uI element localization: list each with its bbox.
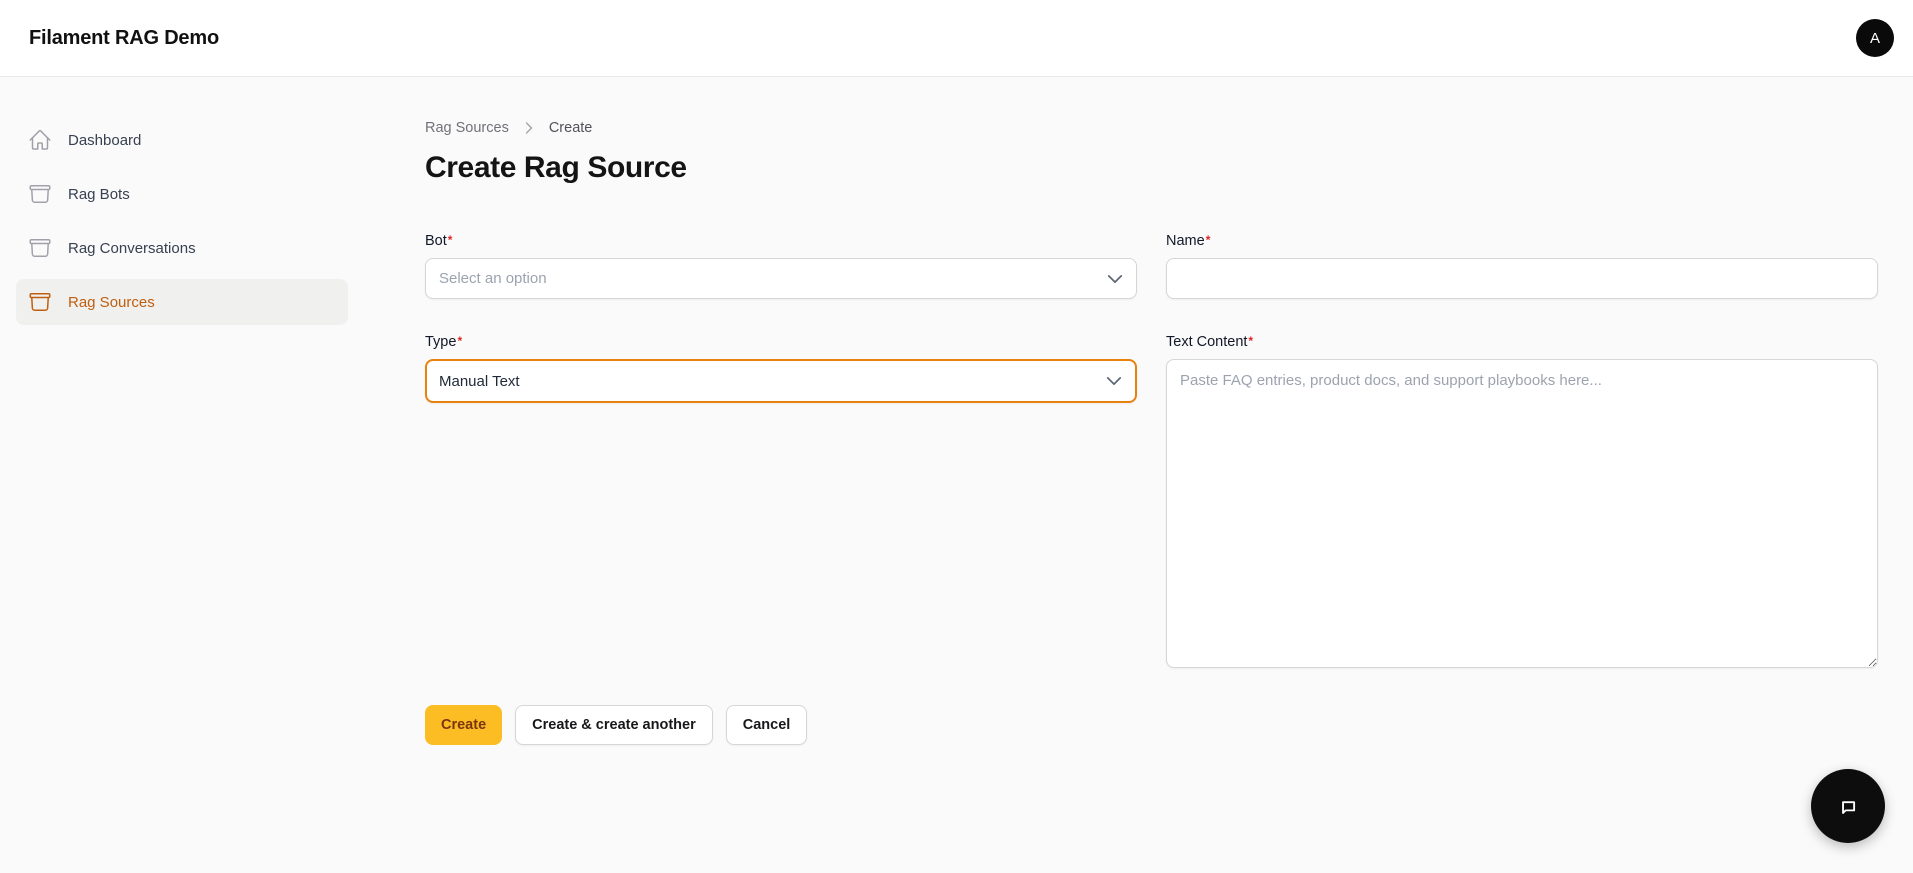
- chevron-down-icon: [1104, 371, 1124, 391]
- text-content-field: Text Content*: [1166, 334, 1878, 673]
- create-button[interactable]: Create: [425, 705, 503, 745]
- page-title: Create Rag Source: [425, 151, 687, 184]
- sidebar-item-label: Dashboard: [68, 131, 142, 149]
- sidebar-item-label: Rag Conversations: [68, 239, 196, 257]
- user-avatar[interactable]: A: [1856, 19, 1894, 57]
- sidebar-item-label: Rag Bots: [68, 185, 130, 203]
- create-and-create-another-button[interactable]: Create & create another: [515, 705, 713, 745]
- avatar-initial: A: [1869, 29, 1880, 47]
- bot-select[interactable]: Select an option: [425, 258, 1137, 299]
- required-asterisk: *: [457, 334, 463, 348]
- required-asterisk: *: [447, 233, 453, 247]
- chat-bubble-icon: [1834, 792, 1862, 820]
- text-content-textarea[interactable]: [1166, 359, 1878, 668]
- archive-box-icon: [28, 290, 52, 314]
- form-actions: Create Create & create another Cancel: [425, 705, 1878, 745]
- breadcrumb: Rag Sources Create: [425, 120, 1878, 136]
- required-asterisk: *: [1248, 334, 1254, 348]
- breadcrumb-item-create: Create: [548, 120, 593, 136]
- sidebar-item-label: Rag Sources: [68, 293, 155, 311]
- type-select[interactable]: Manual Text: [425, 359, 1137, 403]
- create-form: Bot* Select an option Name* Type* Manual…: [425, 233, 1878, 673]
- archive-box-icon: [28, 236, 52, 260]
- type-select-value: Manual Text: [439, 372, 520, 390]
- text-content-label: Text Content*: [1166, 334, 1254, 350]
- home-icon: [28, 128, 52, 152]
- bot-field: Bot* Select an option: [425, 233, 1137, 299]
- sidebar: Dashboard Rag Bots Rag Conversations Rag…: [0, 77, 365, 873]
- sidebar-item-rag-bots[interactable]: Rag Bots: [16, 171, 348, 217]
- main-content: Rag Sources Create Create Rag Source Bot…: [365, 77, 1913, 873]
- app-title: Filament RAG Demo: [29, 26, 219, 49]
- type-label: Type*: [425, 334, 463, 350]
- chevron-down-icon: [1105, 269, 1125, 289]
- content-shell: Dashboard Rag Bots Rag Conversations Rag…: [0, 77, 1913, 873]
- cancel-button[interactable]: Cancel: [725, 705, 808, 745]
- topbar: Filament RAG Demo A: [0, 0, 1913, 77]
- archive-box-icon: [28, 182, 52, 206]
- chevron-right-icon: [521, 120, 537, 136]
- sidebar-item-rag-conversations[interactable]: Rag Conversations: [16, 225, 348, 271]
- breadcrumb-item-rag-sources[interactable]: Rag Sources: [425, 120, 509, 136]
- name-label: Name*: [1166, 233, 1211, 249]
- bot-label: Bot*: [425, 233, 453, 249]
- name-input[interactable]: [1166, 258, 1878, 299]
- sidebar-item-dashboard[interactable]: Dashboard: [16, 117, 348, 163]
- sidebar-item-rag-sources[interactable]: Rag Sources: [16, 279, 348, 325]
- bot-select-placeholder: Select an option: [439, 270, 547, 287]
- name-field: Name*: [1166, 233, 1878, 299]
- chat-widget-button[interactable]: [1811, 769, 1885, 843]
- required-asterisk: *: [1205, 233, 1211, 247]
- type-field: Type* Manual Text: [425, 334, 1137, 673]
